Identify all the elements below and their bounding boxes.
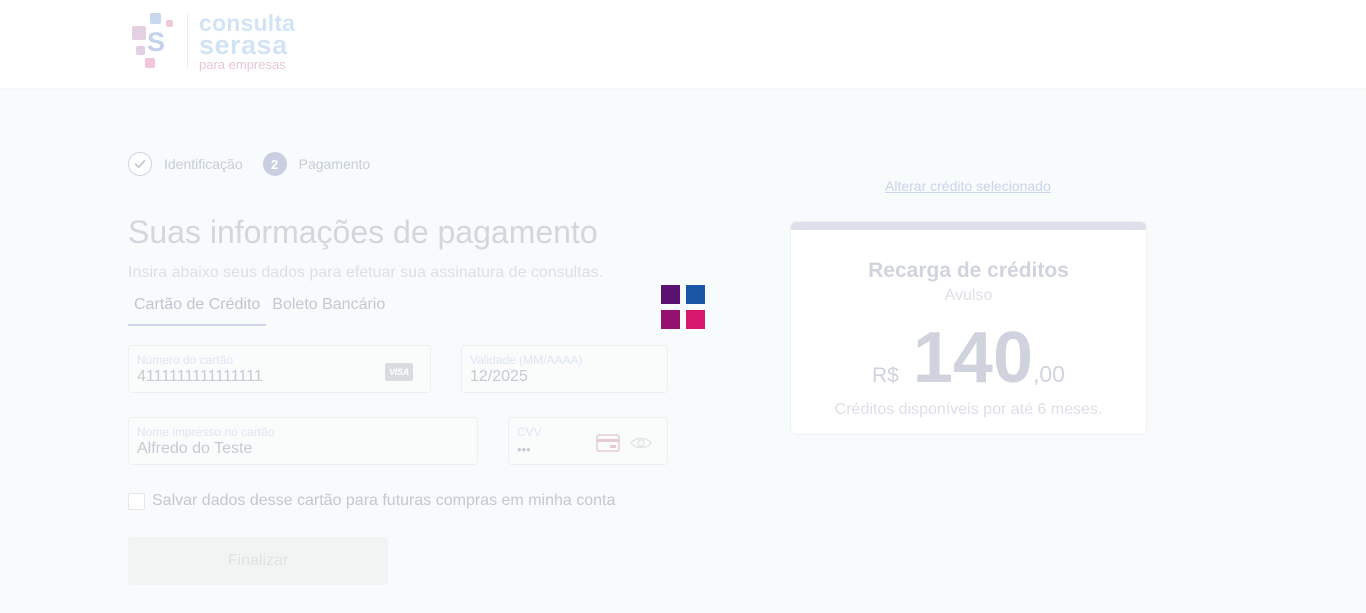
card-subtitle: Avulso	[944, 287, 993, 304]
logo-word-serasa: serasa	[199, 30, 288, 60]
cardholder-name-label: Nome impresso no cartão	[137, 425, 275, 439]
tab-cartao-de-credito[interactable]: Cartão de Crédito	[128, 292, 267, 326]
cardholder-name-field[interactable]: Nome impresso no cartão Alfredo do Teste	[128, 417, 478, 465]
page-title: Suas informações de pagamento	[128, 214, 598, 250]
loader-square-pink	[686, 310, 705, 329]
page-subtitle: Insira abaixo seus dados para efetuar su…	[128, 264, 603, 281]
card-top-bar	[791, 222, 1146, 230]
tab-boleto-bancario[interactable]: Boleto Bancário	[266, 292, 391, 326]
loader-square-purple	[661, 285, 680, 304]
header: S consulta serasa para empresas	[0, 0, 1366, 88]
card-note: Créditos disponíveis por até 6 meses.	[834, 401, 1103, 418]
loader-square-blue	[686, 285, 705, 304]
cvv-label: CVV	[517, 425, 542, 439]
save-card-checkbox[interactable]	[128, 493, 145, 510]
loading-spinner-icon	[661, 285, 705, 329]
validity-input[interactable]: 12/2025	[470, 368, 528, 386]
price: R$ 140 ,00	[791, 322, 1146, 394]
cvv-input[interactable]: •••	[517, 442, 531, 457]
step-number-badge: 2	[262, 152, 287, 176]
step-identificacao-label: Identificação	[164, 156, 243, 172]
payment-method-tabs: Cartão de Crédito Boleto Bancário	[128, 292, 391, 326]
price-integer: 140	[912, 318, 1033, 398]
validity-field[interactable]: Validade (MM/AAAA) 12/2025	[461, 345, 668, 393]
cardholder-name-input[interactable]: Alfredo do Teste	[137, 440, 252, 458]
credit-summary-card: Recarga de créditos Avulso R$ 140 ,00 Cr…	[790, 221, 1147, 435]
finalizar-button[interactable]: Finalizar	[128, 537, 388, 585]
logo-divider	[187, 14, 188, 68]
check-circle-icon	[128, 152, 152, 176]
card-title: Recarga de créditos	[868, 259, 1069, 282]
consulta-serasa-logo[interactable]: S consulta serasa para empresas	[130, 12, 310, 72]
validity-label: Validade (MM/AAAA)	[470, 353, 583, 367]
save-card-label[interactable]: Salvar dados desse cartão para futuras c…	[152, 492, 615, 510]
card-number-label: Número do cartão	[137, 353, 234, 367]
cvv-field[interactable]: CVV •••	[508, 417, 668, 465]
card-number-field[interactable]: Número do cartão 4111111111111111 VISA	[128, 345, 431, 393]
logo-wordmark: consulta serasa para empresas	[199, 12, 295, 72]
step-pagamento-label: Pagamento	[298, 156, 371, 172]
logo-word-para-empresas: para empresas	[199, 57, 286, 72]
alterar-credito-link[interactable]: Alterar crédito selecionado	[885, 178, 1051, 194]
serasa-logo-icon: S	[130, 12, 178, 70]
checkout-stepper: Identificação 2 Pagamento	[128, 152, 390, 176]
price-decimal: ,00	[1033, 361, 1065, 387]
visa-icon: VISA	[385, 363, 413, 381]
credit-card-icon	[596, 434, 620, 457]
card-number-input[interactable]: 4111111111111111	[137, 368, 263, 386]
eye-icon[interactable]	[630, 436, 652, 455]
price-currency: R$	[872, 364, 899, 387]
loader-square-magenta	[661, 310, 680, 329]
